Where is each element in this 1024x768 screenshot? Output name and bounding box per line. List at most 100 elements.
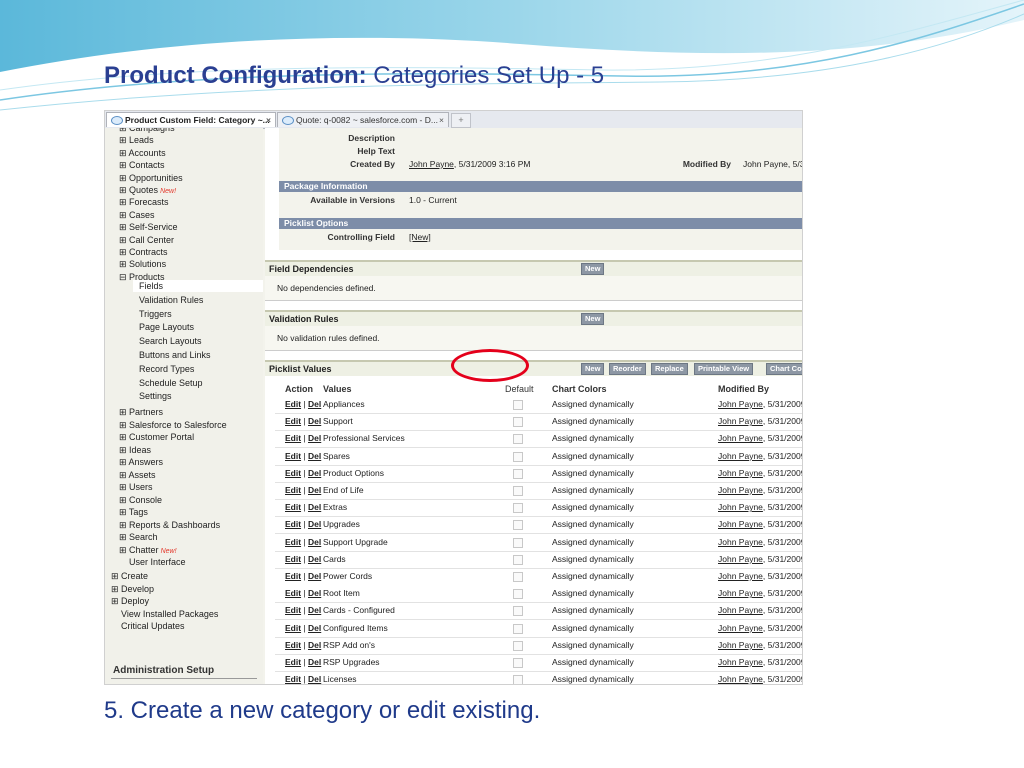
- sidebar-item[interactable]: User Interface: [129, 556, 186, 568]
- modified-by-user-link[interactable]: John Payne: [718, 451, 763, 461]
- edit-link[interactable]: Edit: [285, 554, 301, 564]
- modified-by-user-link[interactable]: John Payne: [718, 433, 763, 443]
- modified-by-user-link[interactable]: John Payne: [718, 416, 763, 426]
- sidebar-item[interactable]: ⊞ Customer Portal: [119, 431, 194, 443]
- sidebar-item[interactable]: Critical Updates: [121, 620, 185, 632]
- modified-by-user-link[interactable]: John Payne: [718, 468, 763, 478]
- sidebar-item[interactable]: ⊞ Forecasts: [119, 196, 169, 208]
- sidebar-item[interactable]: ⊞ Solutions: [119, 258, 166, 270]
- chart-colors-dropdown[interactable]: Chart Colors ▾: [766, 363, 802, 375]
- sidebar-item[interactable]: Settings: [139, 390, 172, 402]
- del-link[interactable]: Del: [308, 554, 321, 564]
- sidebar-item[interactable]: ⊞ Contacts: [119, 159, 165, 171]
- controlling-field-new-link[interactable]: [New]: [409, 232, 431, 242]
- sidebar-item[interactable]: ⊞ Console: [119, 494, 162, 506]
- sidebar-item[interactable]: ⊞ Chatter New!: [119, 544, 177, 556]
- sidebar-item[interactable]: ⊞ Leads: [119, 134, 154, 146]
- sidebar-item[interactable]: ⊞ Self-Service: [119, 221, 178, 233]
- del-link[interactable]: Del: [308, 623, 321, 633]
- admin-sidebar-item[interactable]: ⊞ Manage Users: [111, 683, 180, 684]
- edit-link[interactable]: Edit: [285, 485, 301, 495]
- modified-by-user-link[interactable]: John Payne: [718, 674, 763, 684]
- edit-link[interactable]: Edit: [285, 640, 301, 650]
- del-link[interactable]: Del: [308, 399, 321, 409]
- sidebar-item[interactable]: Page Layouts: [139, 321, 194, 333]
- sidebar-item[interactable]: ⊞ Contracts: [119, 246, 168, 258]
- sidebar-item[interactable]: ⊞ Ideas: [119, 444, 151, 456]
- modified-by-user-link[interactable]: John Payne: [718, 537, 763, 547]
- edit-link[interactable]: Edit: [285, 537, 301, 547]
- del-link[interactable]: Del: [308, 657, 321, 667]
- del-link[interactable]: Del: [308, 537, 321, 547]
- browser-tab-active[interactable]: Product Custom Field: Category ~... ×: [106, 112, 276, 127]
- edit-link[interactable]: Edit: [285, 519, 301, 529]
- close-icon[interactable]: ×: [266, 113, 271, 127]
- sidebar-item[interactable]: Buttons and Links: [139, 349, 211, 361]
- sidebar-item[interactable]: ⊞ Develop: [111, 583, 154, 595]
- modified-by-user-link[interactable]: John Payne: [718, 519, 763, 529]
- modified-by-user-link[interactable]: John Payne: [718, 588, 763, 598]
- sidebar-item[interactable]: Fields: [133, 280, 263, 292]
- del-link[interactable]: Del: [308, 605, 321, 615]
- sidebar-item[interactable]: Schedule Setup: [139, 377, 203, 389]
- del-link[interactable]: Del: [308, 485, 321, 495]
- created-by-user-link[interactable]: John Payne: [409, 159, 454, 169]
- del-link[interactable]: Del: [308, 433, 321, 443]
- sidebar-item[interactable]: ⊞ Create: [111, 570, 148, 582]
- sidebar-item[interactable]: ⊞ Call Center: [119, 234, 174, 246]
- sidebar-item[interactable]: Triggers: [139, 308, 172, 320]
- del-link[interactable]: Del: [308, 588, 321, 598]
- close-icon[interactable]: ×: [439, 113, 444, 127]
- sidebar-item[interactable]: ⊞ Salesforce to Salesforce: [119, 419, 227, 431]
- edit-link[interactable]: Edit: [285, 605, 301, 615]
- sidebar-item[interactable]: ⊞ Accounts: [119, 147, 166, 159]
- modified-by-user-link[interactable]: John Payne: [718, 605, 763, 615]
- modified-by-user-link[interactable]: John Payne: [718, 485, 763, 495]
- edit-link[interactable]: Edit: [285, 468, 301, 478]
- del-link[interactable]: Del: [308, 519, 321, 529]
- del-link[interactable]: Del: [308, 674, 321, 684]
- sidebar-item[interactable]: ⊞ Reports & Dashboards: [119, 519, 220, 531]
- sidebar-item[interactable]: Search Layouts: [139, 335, 202, 347]
- sidebar-item[interactable]: ⊞ Tags: [119, 506, 148, 518]
- edit-link[interactable]: Edit: [285, 451, 301, 461]
- del-link[interactable]: Del: [308, 571, 321, 581]
- modified-by-user-link[interactable]: John Payne: [718, 623, 763, 633]
- modified-by-user-link[interactable]: John Payne: [718, 554, 763, 564]
- edit-link[interactable]: Edit: [285, 623, 301, 633]
- picklist-printable-view-button[interactable]: Printable View: [694, 363, 754, 375]
- modified-by-user-link[interactable]: John Payne: [718, 502, 763, 512]
- browser-tab-quote[interactable]: Quote: q-0082 ~ salesforce.com - D... ×: [277, 112, 449, 127]
- new-tab-button[interactable]: +: [451, 113, 471, 128]
- sidebar-item[interactable]: ⊞ Search: [119, 531, 158, 543]
- edit-link[interactable]: Edit: [285, 674, 301, 684]
- sidebar-item[interactable]: View Installed Packages: [121, 608, 218, 620]
- sidebar-item[interactable]: ⊞ Answers: [119, 456, 163, 468]
- del-link[interactable]: Del: [308, 640, 321, 650]
- sidebar-item[interactable]: ⊞ Quotes New!: [119, 184, 176, 196]
- modified-by-user-link[interactable]: John Payne: [718, 399, 763, 409]
- del-link[interactable]: Del: [308, 502, 321, 512]
- edit-link[interactable]: Edit: [285, 502, 301, 512]
- sidebar-item[interactable]: ⊞ Opportunities: [119, 172, 183, 184]
- validation-rules-new-button[interactable]: New: [581, 313, 605, 325]
- sidebar-item[interactable]: Validation Rules: [139, 294, 203, 306]
- picklist-reorder-button[interactable]: Reorder: [609, 363, 646, 375]
- sidebar-item[interactable]: Record Types: [139, 363, 194, 375]
- sidebar-item[interactable]: ⊞ Assets: [119, 469, 156, 481]
- edit-link[interactable]: Edit: [285, 399, 301, 409]
- modified-by-user-link[interactable]: John Payne: [718, 640, 763, 650]
- modified-by-user-link[interactable]: John Payne: [718, 657, 763, 667]
- edit-link[interactable]: Edit: [285, 416, 301, 426]
- sidebar-item[interactable]: ⊞ Cases: [119, 209, 155, 221]
- del-link[interactable]: Del: [308, 416, 321, 426]
- edit-link[interactable]: Edit: [285, 657, 301, 667]
- sidebar-item[interactable]: ⊞ Partners: [119, 406, 163, 418]
- sidebar-item[interactable]: ⊞ Deploy: [111, 595, 149, 607]
- field-dependencies-new-button[interactable]: New: [581, 263, 605, 275]
- del-link[interactable]: Del: [308, 468, 321, 478]
- picklist-new-button[interactable]: New: [581, 363, 605, 375]
- edit-link[interactable]: Edit: [285, 588, 301, 598]
- modified-by-user-link[interactable]: John Payne: [718, 571, 763, 581]
- sidebar-item[interactable]: ⊞ Users: [119, 481, 153, 493]
